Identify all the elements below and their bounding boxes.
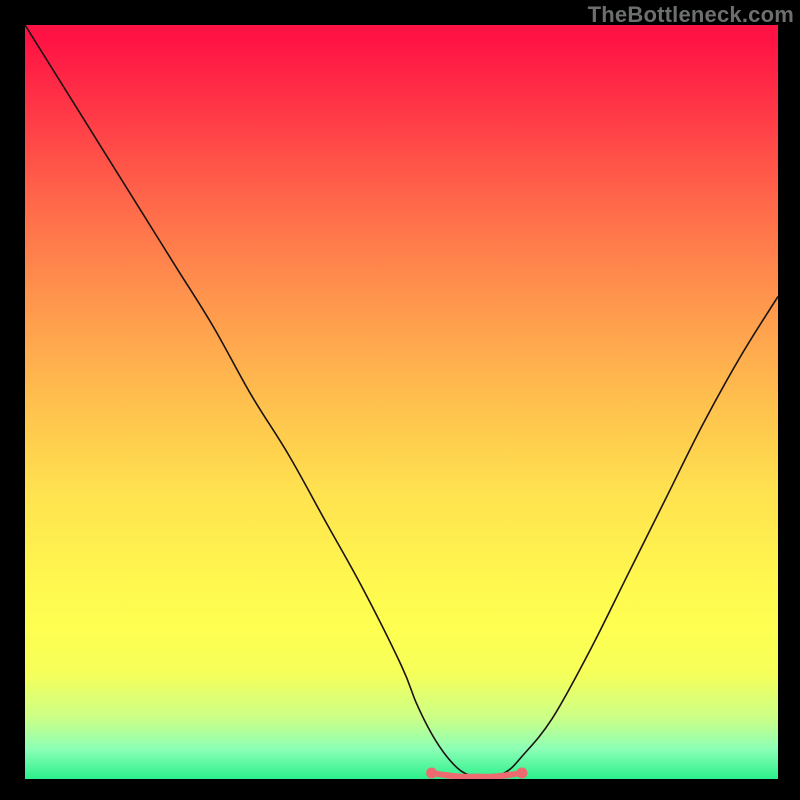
watermark-label: TheBottleneck.com: [588, 2, 794, 28]
optimal-endpoint-dot: [426, 767, 437, 778]
bottleneck-curve: [25, 25, 778, 777]
plot-frame: [25, 25, 778, 779]
optimal-inner-dot: [443, 772, 449, 778]
chart-stage: TheBottleneck.com: [0, 0, 800, 800]
optimal-inner-dot: [504, 772, 510, 778]
curve-layer: [25, 25, 778, 779]
chart-svg: [25, 25, 778, 779]
optimal-endpoint-dot: [516, 767, 527, 778]
